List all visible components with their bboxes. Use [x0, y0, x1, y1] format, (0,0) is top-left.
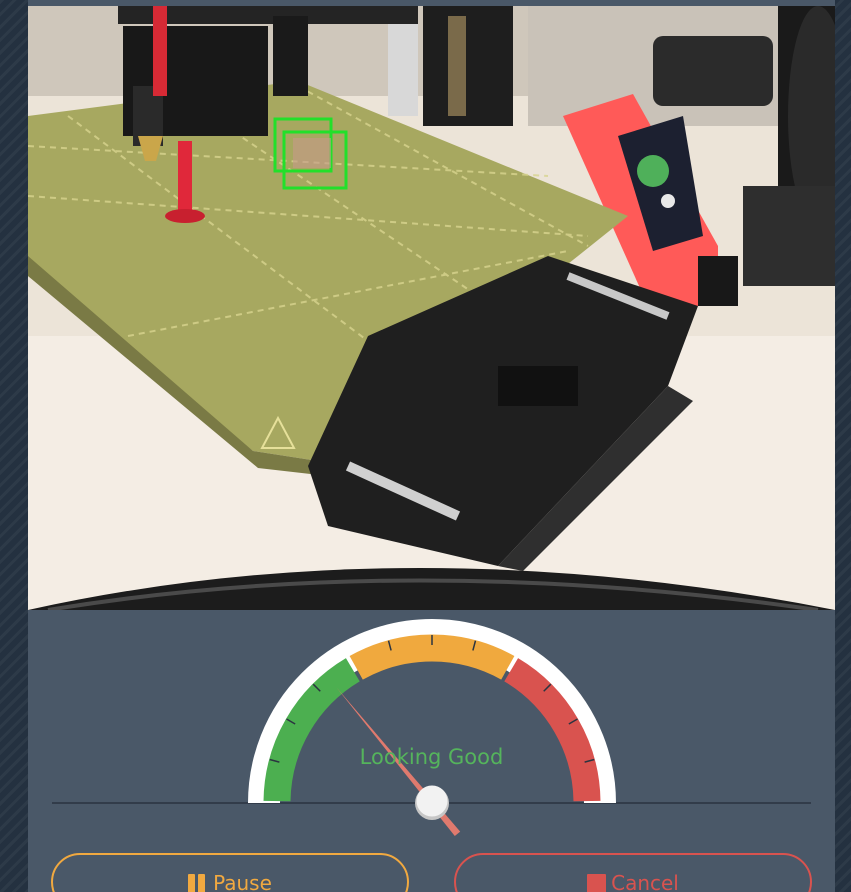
print-monitor-card: Looking Good Pause Cancel	[28, 0, 835, 892]
gauge-status-label: Looking Good	[359, 745, 504, 769]
pause-icon	[188, 873, 208, 892]
failure-gauge: Looking Good	[28, 610, 835, 892]
webcam-feed	[28, 6, 835, 610]
stop-icon	[587, 873, 607, 892]
cancel-button[interactable]: Cancel	[454, 853, 812, 892]
cancel-button-label: Cancel	[611, 871, 679, 892]
gauge-hub	[416, 785, 448, 817]
pause-button-label: Pause	[213, 871, 272, 892]
gauge-zone-warning	[349, 634, 515, 680]
pause-button[interactable]: Pause	[51, 853, 409, 892]
